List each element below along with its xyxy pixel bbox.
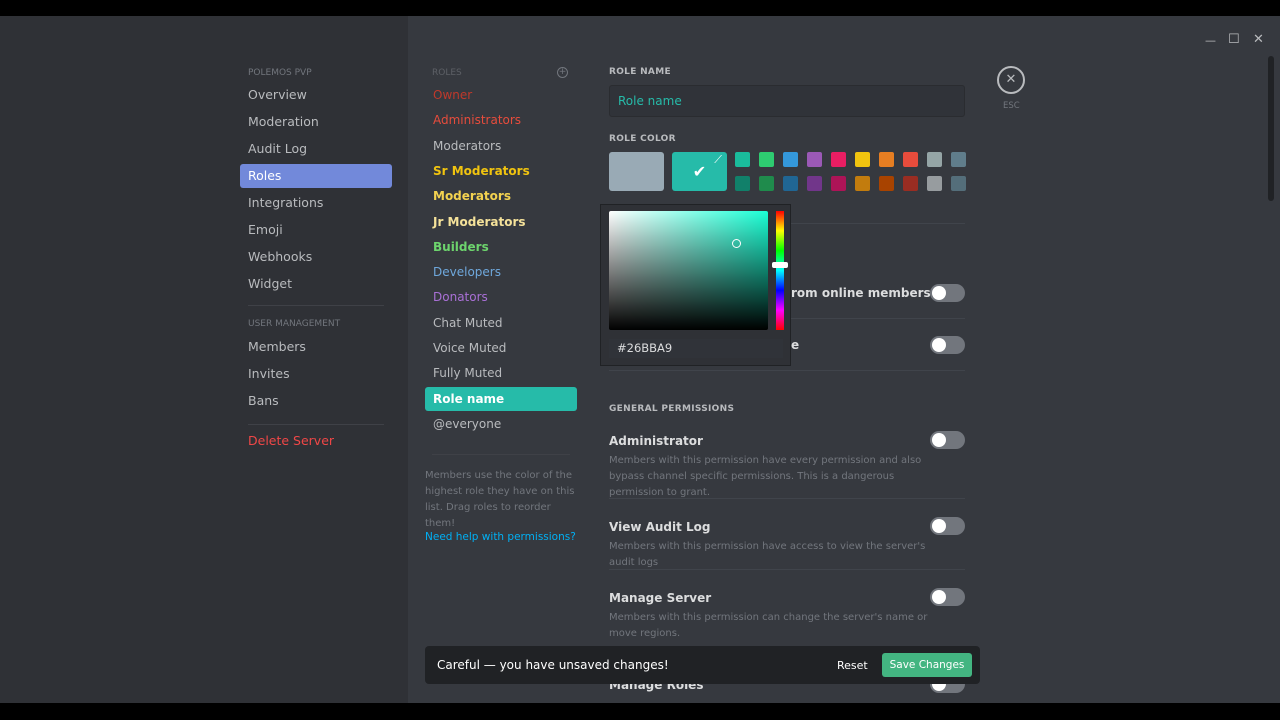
permission-toggle[interactable]	[930, 517, 965, 535]
eyedropper-icon: ⟋	[714, 153, 722, 166]
color-swatch[interactable]	[855, 152, 870, 167]
role-name-input[interactable]: Role name	[609, 85, 965, 117]
permission-title: View Audit Log	[609, 520, 711, 534]
role-item[interactable]: Builders	[425, 235, 577, 259]
role-item[interactable]: Voice Muted	[425, 336, 577, 360]
close-settings-button[interactable]: ✕	[997, 66, 1025, 94]
color-picker-popout: #26BBA9	[600, 204, 791, 366]
close-icon: ✕	[1005, 72, 1017, 87]
color-swatch[interactable]	[903, 176, 918, 191]
toggle-switch[interactable]	[930, 336, 965, 354]
toggle-switch[interactable]	[930, 284, 965, 302]
permission-description: Members with this permission have every …	[609, 455, 922, 498]
color-swatch[interactable]	[951, 176, 966, 191]
divider	[248, 305, 384, 306]
hue-handle[interactable]	[772, 262, 788, 268]
saturation-value-area[interactable]	[609, 211, 768, 330]
role-item[interactable]: Role name	[425, 386, 577, 411]
role-item[interactable]: @everyone	[425, 412, 577, 436]
color-swatch[interactable]	[951, 152, 966, 167]
settings-sidebar: POLEMOS PVP Overview Moderation Audit Log R…	[0, 16, 408, 703]
color-swatch[interactable]	[759, 152, 774, 167]
window-close-button[interactable]: ✕	[1253, 32, 1264, 47]
color-swatch[interactable]	[927, 176, 942, 191]
window-maximize-button[interactable]: ☐	[1228, 32, 1240, 47]
color-swatch[interactable]	[879, 176, 894, 191]
sidebar-item-bans[interactable]: Bans	[240, 389, 392, 413]
unsaved-notice-text: Careful — you have unsaved changes!	[437, 658, 669, 672]
role-item[interactable]: Fully Muted	[425, 361, 577, 385]
permission-title: rom online members	[791, 286, 931, 300]
sidebar-item-widget[interactable]: Widget	[240, 272, 392, 296]
divider	[609, 569, 965, 570]
esc-label: ESC	[1003, 101, 1020, 111]
sidebar-item-overview[interactable]: Overview	[240, 83, 392, 107]
unsaved-changes-bar: Careful — you have unsaved changes! Rese…	[425, 646, 980, 684]
reset-button[interactable]: Reset	[837, 659, 868, 672]
role-item[interactable]: Chat Muted	[425, 311, 577, 335]
default-color-swatch[interactable]	[609, 152, 664, 191]
color-swatch[interactable]	[831, 176, 846, 191]
roles-hint: Members use the color of the highest rol…	[425, 470, 575, 529]
color-swatch[interactable]	[879, 152, 894, 167]
divider	[248, 424, 384, 425]
role-item[interactable]: Sr Moderators	[425, 159, 577, 183]
role-item[interactable]: Donators	[425, 285, 577, 309]
hex-input[interactable]: #26BBA9	[609, 339, 783, 358]
color-swatch[interactable]	[735, 152, 750, 167]
sidebar-item-emoji[interactable]: Emoji	[240, 218, 392, 242]
sidebar-item-invites[interactable]: Invites	[240, 362, 392, 386]
server-header: POLEMOS PVP	[248, 68, 312, 78]
general-permissions-header: GENERAL PERMISSIONS	[609, 404, 735, 414]
hue-slider[interactable]	[772, 211, 788, 330]
permission-toggle[interactable]	[930, 431, 965, 449]
role-name-label: ROLE NAME	[609, 67, 671, 77]
roles-header: ROLES	[432, 68, 462, 78]
role-item[interactable]: Jr Moderators	[425, 210, 577, 234]
custom-color-swatch[interactable]: ✔ ⟋	[672, 152, 727, 191]
permission-toggle[interactable]	[930, 588, 965, 606]
color-swatch[interactable]	[903, 152, 918, 167]
divider	[432, 454, 570, 455]
color-swatch[interactable]	[831, 152, 846, 167]
color-swatch[interactable]	[807, 152, 822, 167]
user-management-header: USER MANAGEMENT	[248, 319, 341, 329]
color-swatch[interactable]	[807, 176, 822, 191]
role-item[interactable]: Administrators	[425, 108, 577, 132]
divider	[609, 370, 965, 371]
permission-description: Members with this permission have access…	[609, 541, 926, 568]
role-item[interactable]: Moderators	[425, 134, 577, 158]
color-swatch[interactable]	[855, 176, 870, 191]
sidebar-item-webhooks[interactable]: Webhooks	[240, 245, 392, 269]
add-role-icon[interactable]: +	[557, 67, 568, 78]
role-item[interactable]: Developers	[425, 260, 577, 284]
delete-server-button[interactable]: Delete Server	[240, 429, 392, 453]
divider	[609, 498, 965, 499]
color-swatch[interactable]	[735, 176, 750, 191]
permission-title: e	[791, 338, 800, 352]
color-swatch[interactable]	[927, 152, 942, 167]
color-swatch[interactable]	[759, 176, 774, 191]
permission-title: Manage Server	[609, 591, 712, 605]
permission-title: Administrator	[609, 434, 703, 448]
settings-window: POLEMOS PVP Overview Moderation Audit Log R…	[0, 16, 1280, 703]
scrollbar[interactable]	[1268, 56, 1274, 201]
help-permissions-link[interactable]: Need help with permissions?	[425, 531, 576, 543]
window-minimize-button[interactable]: —	[1205, 34, 1216, 47]
color-swatch[interactable]	[783, 152, 798, 167]
sidebar-item-integrations[interactable]: Integrations	[240, 191, 392, 215]
sidebar-item-members[interactable]: Members	[240, 335, 392, 359]
role-item[interactable]: Moderators	[425, 184, 577, 208]
sidebar-item-roles[interactable]: Roles	[240, 164, 392, 188]
color-swatch[interactable]	[783, 176, 798, 191]
color-cursor[interactable]	[732, 239, 741, 248]
permission-description: Members with this permission can change …	[609, 612, 928, 639]
save-changes-button[interactable]: Save Changes	[882, 653, 972, 677]
role-color-label: ROLE COLOR	[609, 134, 676, 144]
sidebar-item-moderation[interactable]: Moderation	[240, 110, 392, 134]
role-item[interactable]: Owner	[425, 83, 577, 107]
sidebar-item-audit-log[interactable]: Audit Log	[240, 137, 392, 161]
check-icon: ✔	[692, 162, 707, 181]
